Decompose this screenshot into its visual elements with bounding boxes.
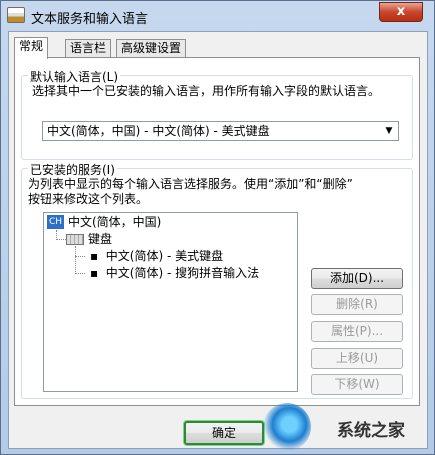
installed-services-description-2: 按钮来修改这个列表。: [28, 192, 149, 206]
installed-services-description-1: 为列表中显示的每个输入语言选择服务。使用“添加”和“删除”: [28, 177, 353, 191]
ok-button[interactable]: 确定: [184, 421, 264, 445]
title-bar[interactable]: 文本服务和输入语言 x: [1, 1, 434, 31]
dialog-body: 常规 语言栏 高级键设置 默认输入语言(L) 选择其中一个已安装的输入语言，用作…: [8, 31, 428, 449]
properties-button[interactable]: 属性(P)...: [311, 321, 403, 342]
tab-general[interactable]: 常规: [14, 37, 49, 59]
window-title: 文本服务和输入语言: [31, 12, 149, 27]
installed-services-group: 已安装的服务(I) 为列表中显示的每个输入语言选择服务。使用“添加”和“删除” …: [21, 161, 413, 399]
add-button[interactable]: 添加(D)...: [311, 268, 403, 289]
tree-item-us-keyboard[interactable]: ▪ 中文(简体) - 美式键盘: [90, 249, 223, 264]
default-language-value: 中文(简体，中国) - 中文(简体) - 美式键盘: [47, 124, 270, 138]
default-language-select[interactable]: 中文(简体，中国) - 中文(简体) - 美式键盘 ▼: [42, 121, 399, 141]
tree-item-keyboard[interactable]: 键盘: [88, 232, 112, 247]
default-language-title: 默认输入语言(L): [28, 68, 121, 85]
tree-item-language[interactable]: 中文(简体，中国): [68, 215, 161, 230]
move-down-button[interactable]: 下移(W): [311, 374, 403, 395]
keyboard-icon: [66, 234, 84, 245]
move-up-button[interactable]: 上移(U): [311, 348, 403, 369]
watermark-text: 系统之家: [337, 421, 405, 441]
triangle-down-icon[interactable]: ▼: [383, 122, 395, 140]
remove-button[interactable]: 删除(R): [311, 294, 403, 315]
tab-language-bar[interactable]: 语言栏: [65, 39, 112, 57]
close-button[interactable]: x: [379, 2, 423, 22]
tab-panel-general: 默认输入语言(L) 选择其中一个已安装的输入语言，用作所有输入字段的默认语言。 …: [14, 57, 420, 406]
text-services-dialog: 文本服务和输入语言 x 常规 语言栏 高级键设置 默认输入语言(L) 选择其中一…: [0, 0, 435, 455]
keyboard-app-icon: [7, 7, 25, 23]
tree-item-sogou-pinyin[interactable]: ▪ 中文(简体) - 搜狗拼音输入法: [90, 266, 259, 281]
installed-services-tree[interactable]: CH 中文(简体，中国) 键盘 ▪ 中文(简体) - 美式键盘 ▪ 中文(简体)…: [43, 212, 298, 392]
installed-services-title: 已安装的服务(I): [28, 161, 117, 178]
default-language-description: 选择其中一个已安装的输入语言，用作所有输入字段的默认语言。: [32, 84, 381, 98]
default-language-group: 默认输入语言(L) 选择其中一个已安装的输入语言，用作所有输入字段的默认语言。 …: [21, 68, 413, 160]
tab-advanced-key-settings[interactable]: 高级键设置: [116, 39, 187, 57]
language-ch-icon: CH: [47, 215, 64, 229]
